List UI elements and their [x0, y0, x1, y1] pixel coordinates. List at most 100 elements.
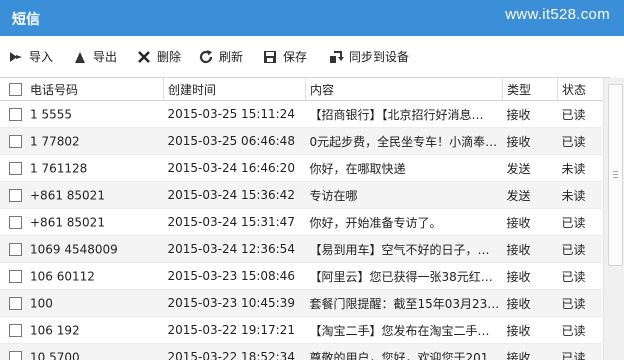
- table-row[interactable]: 1 761128 2015-03-24 16:46:20 你好，在哪取快递 发送…: [0, 154, 602, 182]
- sync-arrow-icon: [330, 50, 344, 63]
- refresh-label: 刷新: [219, 50, 244, 64]
- column-header-type[interactable]: 类型: [502, 78, 558, 101]
- row-checkbox[interactable]: [9, 161, 22, 175]
- phone-number: 1 5555: [30, 107, 72, 122]
- save-button[interactable]: 保存: [262, 36, 307, 77]
- table-row[interactable]: 100 2015-03-23 10:45:39 套餐门限提醒：截至15年03月2…: [0, 289, 602, 317]
- phone-number: 1 77802: [30, 134, 80, 149]
- message-content: 【易到用车】空气不好的日子，…: [305, 235, 503, 263]
- phone-number: +861 85021: [30, 215, 105, 230]
- export-arrow-icon: [75, 51, 85, 63]
- message-status: 已读: [557, 262, 602, 290]
- refresh-button[interactable]: 刷新: [198, 36, 243, 77]
- grip-line: [613, 171, 618, 172]
- row-checkbox[interactable]: [9, 134, 22, 148]
- message-content: 专访在哪: [305, 181, 503, 209]
- toolbar: 导入 导出 删除 刷新 保存 同步到设备: [0, 36, 624, 78]
- import-label: 导入: [29, 50, 54, 64]
- import-arrow-icon: [10, 51, 22, 62]
- message-status: 已读: [557, 316, 602, 344]
- delete-button[interactable]: 删除: [136, 36, 181, 77]
- message-status: 已读: [557, 100, 602, 128]
- column-header-phone[interactable]: 电话号码: [0, 78, 164, 101]
- floppy-disk-icon: [264, 50, 276, 63]
- message-status: 已读: [557, 289, 602, 317]
- message-type: 接收: [502, 127, 558, 155]
- row-checkbox[interactable]: [9, 242, 22, 256]
- sync-button[interactable]: 同步到设备: [328, 36, 409, 77]
- save-label: 保存: [283, 50, 308, 64]
- row-checkbox[interactable]: [9, 107, 22, 121]
- grip-line: [613, 177, 618, 178]
- created-time: 2015-03-24 12:36:54: [163, 235, 306, 263]
- table-row[interactable]: 1 77802 2015-03-25 06:46:48 0元起步费，全民坐专车！…: [0, 127, 602, 155]
- refresh-icon: [199, 49, 213, 63]
- table-row[interactable]: +861 85021 2015-03-24 15:36:42 专访在哪 发送 未…: [0, 181, 602, 209]
- message-type: 发送: [502, 154, 558, 182]
- row-checkbox[interactable]: [9, 269, 22, 283]
- phone-number: 10 5700: [30, 350, 80, 360]
- grip-line: [613, 174, 618, 175]
- message-type: 接收: [502, 208, 558, 236]
- column-header-time[interactable]: 创建时间: [163, 78, 306, 101]
- created-time: 2015-03-24 15:31:47: [163, 208, 306, 236]
- export-label: 导出: [93, 50, 118, 64]
- close-x-icon: [138, 50, 150, 63]
- window-title: 短信: [12, 12, 40, 28]
- column-header-content[interactable]: 内容: [305, 78, 503, 101]
- table-row[interactable]: 10 5700 2015-03-22 18:52:34 尊敬的用户，您好，欢迎您…: [0, 343, 602, 360]
- row-checkbox[interactable]: [9, 188, 22, 202]
- table-row[interactable]: 1069 4548009 2015-03-24 12:36:54 【易到用车】空…: [0, 235, 602, 263]
- window-edge: [611, 36, 624, 78]
- message-type: 发送: [502, 181, 558, 209]
- message-type: 接收: [502, 262, 558, 290]
- created-time: 2015-03-22 19:17:21: [163, 316, 306, 344]
- message-type: 接收: [502, 100, 558, 128]
- table-row[interactable]: 1 5555 2015-03-25 15:11:24 【招商银行】【北京招行好消…: [0, 100, 602, 128]
- message-content: 【淘宝二手】您发布在淘宝二手…: [305, 316, 503, 344]
- created-time: 2015-03-23 10:45:39: [163, 289, 306, 317]
- row-checkbox[interactable]: [9, 323, 22, 337]
- message-type: 接收: [502, 289, 558, 317]
- phone-number: 1 761128: [30, 161, 88, 176]
- phone-number: 106 192: [30, 323, 80, 338]
- sync-label: 同步到设备: [349, 50, 410, 64]
- row-checkbox[interactable]: [9, 215, 22, 229]
- message-content: 你好，在哪取快递: [305, 154, 503, 182]
- sms-table: 电话号码 创建时间 内容 类型 状态 1 5555 2015-03-25 15:…: [0, 78, 602, 360]
- created-time: 2015-03-22 18:52:34: [163, 343, 306, 360]
- message-status: 已读: [557, 343, 602, 360]
- created-time: 2015-03-23 15:08:46: [163, 262, 306, 290]
- table-row[interactable]: 106 192 2015-03-22 19:17:21 【淘宝二手】您发布在淘宝…: [0, 316, 602, 344]
- column-header-status[interactable]: 状态: [557, 78, 602, 101]
- message-content: 【招商银行】【北京招行好消息…: [305, 100, 503, 128]
- message-type: 接收: [502, 316, 558, 344]
- row-checkbox[interactable]: [9, 296, 22, 310]
- message-status: 已读: [557, 235, 602, 263]
- message-content: 套餐门限提醒：截至15年03月23…: [305, 289, 503, 317]
- phone-number: 100: [30, 296, 53, 311]
- row-checkbox[interactable]: [9, 350, 22, 360]
- select-all-checkbox[interactable]: [9, 82, 22, 96]
- table-row[interactable]: 106 60112 2015-03-23 15:08:46 【阿里云】您已获得一…: [0, 262, 602, 290]
- export-button[interactable]: 导出: [72, 36, 117, 77]
- table-row[interactable]: +861 85021 2015-03-24 15:31:47 你好，开始准备专访…: [0, 208, 602, 236]
- message-content: 尊敬的用户，您好，欢迎您于201…: [305, 343, 503, 360]
- created-time: 2015-03-24 15:36:42: [163, 181, 306, 209]
- created-time: 2015-03-24 16:46:20: [163, 154, 306, 182]
- scrollbar-thumb[interactable]: [608, 84, 623, 266]
- message-status: 已读: [557, 208, 602, 236]
- title-bar: 短信 www.it528.com: [0, 0, 624, 36]
- import-button[interactable]: 导入: [8, 36, 53, 77]
- delete-label: 删除: [157, 50, 182, 64]
- table-header: 电话号码 创建时间 内容 类型 状态: [0, 78, 602, 101]
- message-type: 接收: [502, 343, 558, 360]
- message-status: 未读: [557, 181, 602, 209]
- phone-number: 1069 4548009: [30, 242, 118, 257]
- message-type: 接收: [502, 235, 558, 263]
- phone-number: 106 60112: [30, 269, 95, 284]
- created-time: 2015-03-25 15:11:24: [163, 100, 306, 128]
- vertical-scrollbar[interactable]: [603, 78, 624, 360]
- phone-number: +861 85021: [30, 188, 105, 203]
- message-status: 未读: [557, 154, 602, 182]
